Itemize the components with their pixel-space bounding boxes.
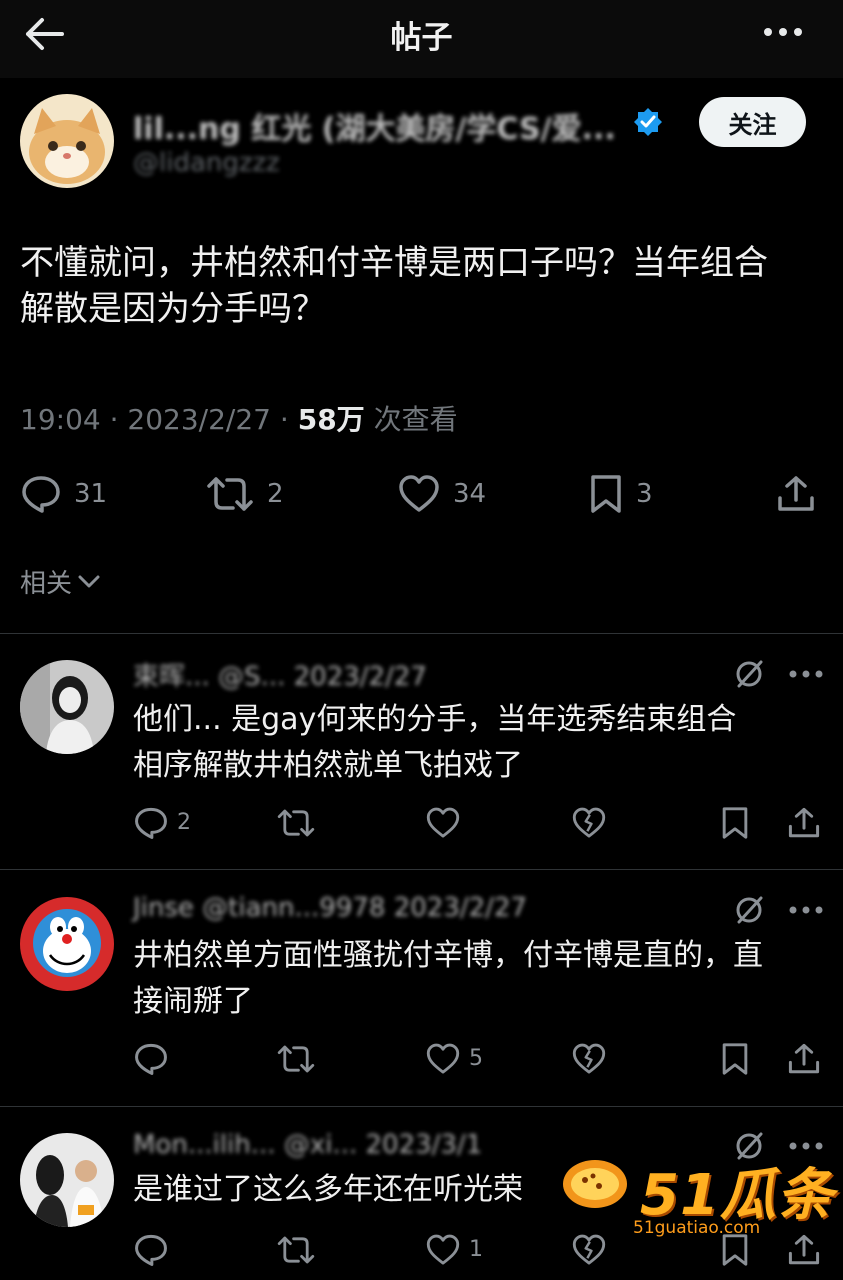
retweet-count: 2 [267,479,284,509]
bookmark-icon [591,475,621,513]
more-icon[interactable] [789,904,823,916]
bookmark-action[interactable]: 3 [588,474,653,514]
divider [0,869,843,870]
like-action[interactable]: 34 [397,474,486,514]
reply-icon[interactable] [133,806,169,840]
reply-author[interactable]: Mon...ilih... @xi... 2023/3/1 [133,1130,482,1160]
reply-action[interactable]: 31 [20,474,107,514]
related-label: 相关 [20,569,73,599]
chevron-down-icon [78,575,100,587]
reply-avatar[interactable] [20,660,114,754]
share-icon[interactable] [787,1042,821,1076]
more-icon[interactable] [763,22,803,42]
like-count: 5 [469,1046,483,1071]
share-icon [778,476,814,511]
divider [0,1106,843,1107]
heart-icon[interactable] [425,1233,461,1267]
post-time: 19:04 [20,403,101,436]
follow-button[interactable]: 关注 [699,97,806,147]
retweet-action[interactable]: 2 [205,474,284,514]
reply-text-line: 他们... 是gay何来的分手，当年选秀结束组合 [133,702,737,737]
share-action[interactable] [776,474,816,514]
like-count: 1 [469,1237,483,1262]
view-label: 次查看 [373,403,458,436]
heart-icon[interactable] [425,806,461,840]
reply-icon [22,476,60,513]
divider [0,633,843,634]
reply-text-line: 井柏然单方面性骚扰付辛博，付辛博是直的，直 [133,938,763,973]
reply-avatar[interactable] [20,1133,114,1227]
reply-count: 31 [74,479,108,509]
retweet-icon [207,477,253,511]
share-icon[interactable] [787,806,821,840]
bookmark-icon[interactable] [720,806,750,840]
view-count: 58万 [297,403,365,436]
reply-text-line: 接闹掰了 [133,984,253,1019]
reply-count: 2 [177,810,191,835]
reply-author[interactable]: 束晖... @S... 2023/2/27 [133,656,427,693]
heart-icon[interactable] [425,1042,461,1076]
author-name[interactable]: lil...ng 红光 (湖大美房/学CS/爱... [133,104,616,148]
page-title: 帖子 [390,20,453,56]
bookmark-icon[interactable] [720,1042,750,1076]
post-text-line: 解散是因为分手吗？ [20,289,326,329]
like-count: 34 [453,479,487,509]
broken-heart-icon[interactable] [571,806,607,840]
reply-text: 他们... 是gay何来的分手，当年选秀结束组合 相序解散井柏然就单飞拍戏了 [133,697,823,789]
author-avatar[interactable] [20,94,114,188]
post-text: 不懂就问，井柏然和付辛博是两口子吗？当年组合 解散是因为分手吗？ [20,240,830,332]
more-icon[interactable] [789,668,823,680]
reply-icon[interactable] [133,1042,169,1076]
reply-author[interactable]: Jinse @tiann...9978 2023/2/27 [133,893,527,923]
top-bar: 帖子 [0,0,843,78]
retweet-icon[interactable] [276,1233,316,1267]
reply-icon[interactable] [133,1233,169,1267]
retweet-icon[interactable] [276,1042,316,1076]
related-toggle[interactable]: 相关 [20,563,100,600]
bookmark-count: 3 [636,479,653,509]
verified-badge-icon [634,108,662,136]
grok-icon[interactable] [733,894,765,926]
heart-icon [399,475,439,512]
author-handle[interactable]: @lidangzzz [133,148,280,178]
post-meta: 19:04 · 2023/2/27 · 58万 次查看 [20,403,458,436]
retweet-icon[interactable] [276,806,316,840]
reply-text-line: 相序解散井柏然就单飞拍戏了 [133,748,523,783]
reply-avatar[interactable] [20,897,114,991]
post-text-line: 不懂就问，井柏然和付辛博是两口子吗？当年组合 [20,243,768,283]
broken-heart-icon[interactable] [571,1042,607,1076]
watermark-site: 51guatiao.com [633,1218,761,1238]
post-date: 2023/2/27 [127,403,271,436]
reply-text: 井柏然单方面性骚扰付辛博，付辛博是直的，直 接闹掰了 [133,933,823,1025]
grok-icon[interactable] [733,658,765,690]
